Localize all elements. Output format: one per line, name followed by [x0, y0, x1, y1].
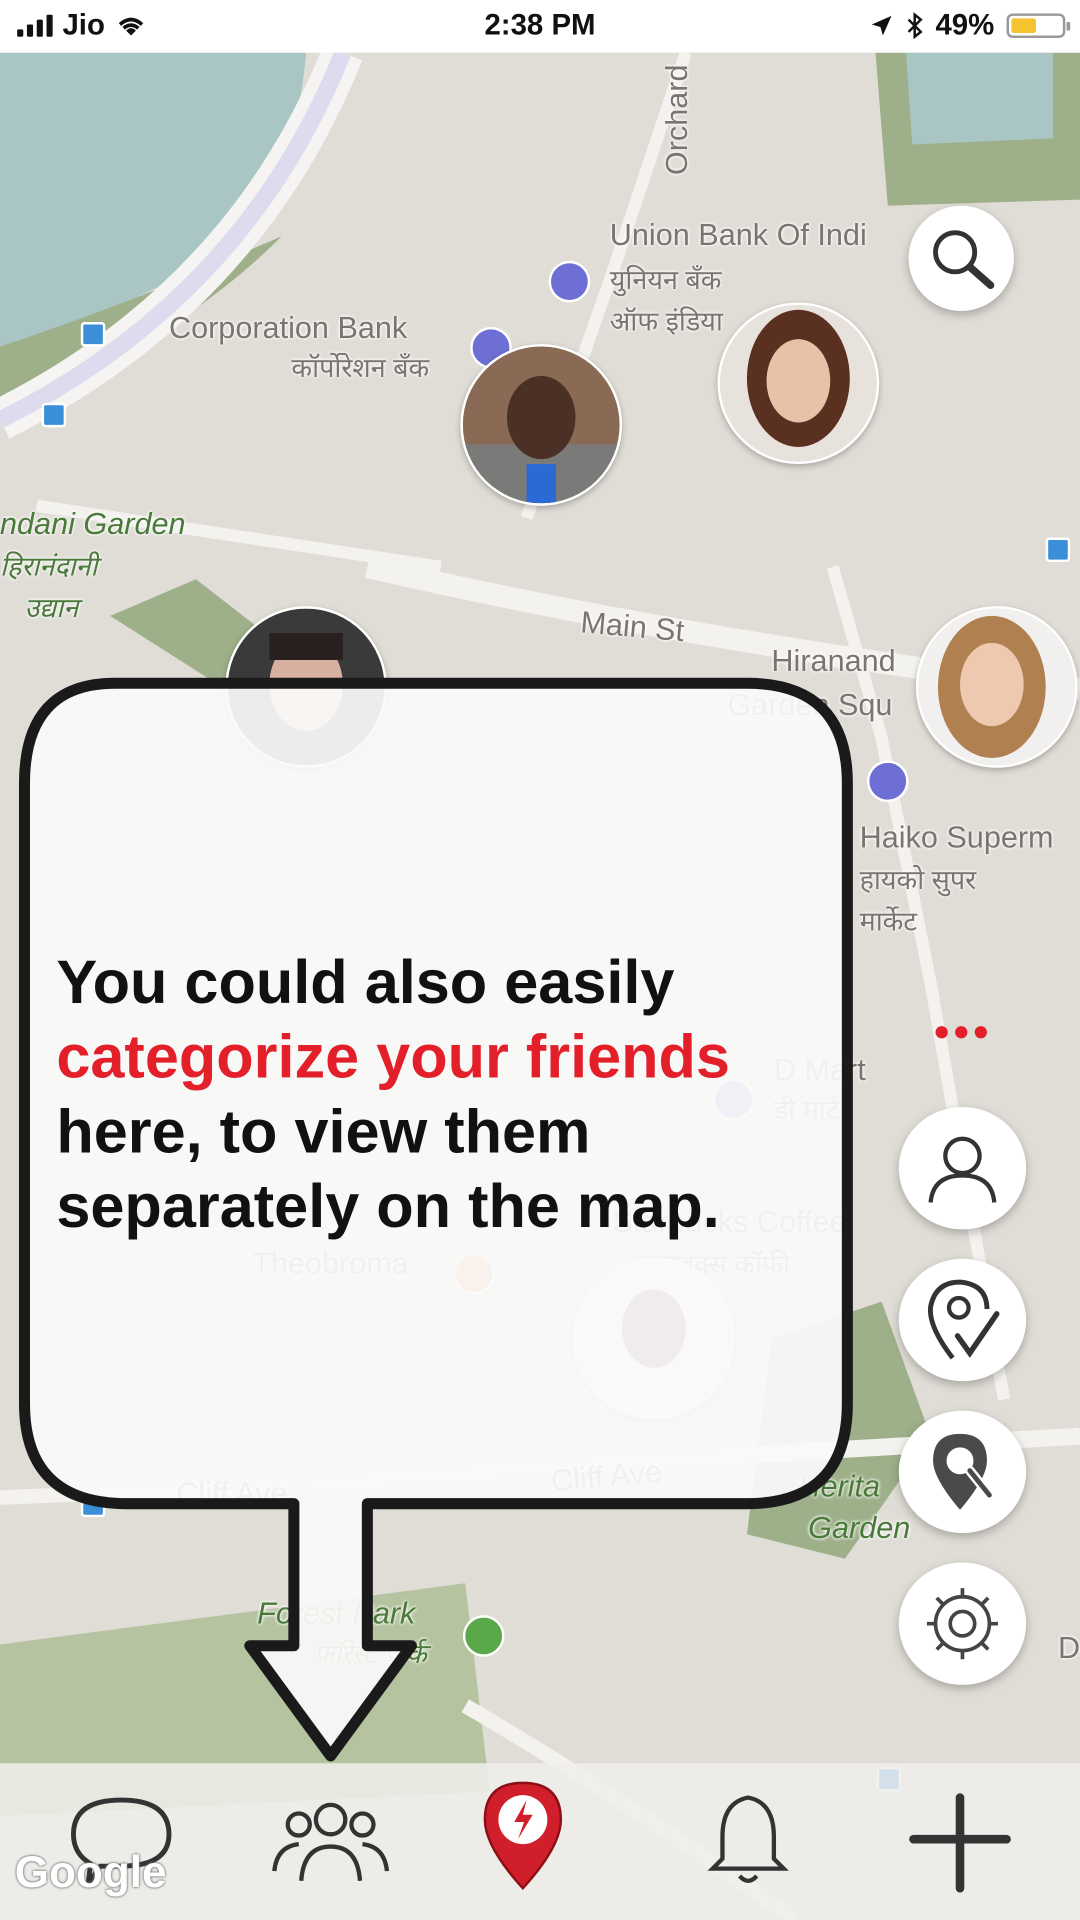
friend-avatar[interactable] — [717, 302, 880, 465]
google-attribution: Google — [14, 1846, 167, 1897]
friend-avatar[interactable] — [573, 1257, 735, 1420]
app-screen: Orchard Union Bank Of Indi युनियन बँक ऑफ… — [0, 0, 1080, 1920]
bluetooth-icon — [907, 12, 923, 40]
map-label-edge: D — [1057, 1631, 1080, 1666]
park-label-garden-hi-2: उद्यान — [24, 592, 79, 624]
park-label-heritage-2: Garden — [808, 1511, 911, 1546]
settings-icon — [926, 1588, 998, 1660]
app-logo-icon — [483, 1781, 563, 1890]
battery-percent: 49% — [935, 8, 995, 42]
location-search-button[interactable] — [898, 1410, 1027, 1534]
profile-button[interactable] — [898, 1106, 1027, 1230]
tree-poi-icon[interactable] — [462, 1615, 505, 1657]
bus-stop-icon — [80, 322, 106, 347]
tab-home[interactable] — [478, 1778, 569, 1896]
profile-icon — [928, 1136, 997, 1203]
park-label-heritage: Herita — [798, 1469, 881, 1504]
shopping-cart-poi-icon[interactable] — [866, 760, 909, 803]
search-icon — [933, 230, 995, 289]
status-bar: Jio 2:38 PM 49% — [0, 0, 1080, 53]
street-label-orchard: Orchard — [660, 64, 695, 176]
friend-avatar[interactable] — [915, 606, 1078, 768]
tutorial-message: You could also easily categorize your fr… — [56, 945, 840, 1244]
bus-stop-icon — [41, 402, 67, 428]
poi-label-union-bank-hi-2: ऑफ इंडिया — [609, 306, 723, 337]
park-label-forest-park: Forest Park — [257, 1596, 416, 1632]
location-arrow-icon — [871, 15, 892, 36]
poi-label-hiranandani-square-2: Garden Squ — [727, 688, 893, 723]
poi-label-union-bank: Union Bank Of Indi — [609, 217, 867, 253]
settings-button[interactable] — [898, 1562, 1027, 1685]
poi-label-union-bank-hi: युनियन बँक — [609, 264, 722, 296]
bus-stop-icon — [80, 1492, 106, 1518]
tutorial-line-4: separately on the map. — [56, 1171, 720, 1241]
bank-poi-icon[interactable] — [548, 260, 591, 303]
poi-label-theobroma: Theobroma — [252, 1246, 409, 1281]
poi-label-hiranandani-square: Hiranand — [771, 644, 896, 679]
tab-friends[interactable] — [269, 1790, 391, 1893]
tab-add[interactable] — [909, 1790, 1012, 1898]
park-label-garden: ndani Garden — [0, 506, 186, 542]
park-label-forest-park-hi: फॉरेस्ट पार्क — [313, 1638, 427, 1669]
park-label-garden-hi: हिरानंदानी — [0, 551, 98, 582]
battery-icon — [1006, 13, 1071, 38]
friend-avatar[interactable] — [225, 606, 387, 768]
check-in-button[interactable] — [898, 1258, 1027, 1382]
street-label-cliff-ave: Cliff Ave — [176, 1476, 288, 1512]
friend-avatar[interactable] — [460, 344, 623, 506]
tutorial-line-1: You could also easily — [56, 947, 675, 1017]
search-button[interactable] — [908, 205, 1014, 312]
location-search-icon — [933, 1433, 995, 1510]
poi-label-corporation-bank: Corporation Bank — [168, 311, 408, 346]
tab-notifications[interactable] — [705, 1790, 791, 1893]
poi-label-haiko-hi-2: मार्केट — [859, 906, 917, 937]
cafe-poi-icon[interactable] — [453, 1252, 495, 1295]
more-dots-icon[interactable] — [935, 1026, 987, 1039]
add-plus-icon — [909, 1793, 1011, 1893]
friends-group-icon — [272, 1802, 390, 1882]
poi-label-haiko: Haiko Superm — [859, 820, 1054, 855]
check-in-icon — [927, 1279, 1000, 1360]
notification-bell-icon — [707, 1795, 789, 1883]
poi-label-corporation-bank-hi: कॉर्पोरेशन बँक — [291, 352, 430, 384]
tutorial-line-3: here, to view them — [56, 1097, 591, 1166]
tutorial-highlight: categorize your friends — [56, 1022, 730, 1092]
poi-label-haiko-hi: हायको सुपर — [859, 864, 977, 896]
bus-stop-icon — [1045, 537, 1071, 563]
